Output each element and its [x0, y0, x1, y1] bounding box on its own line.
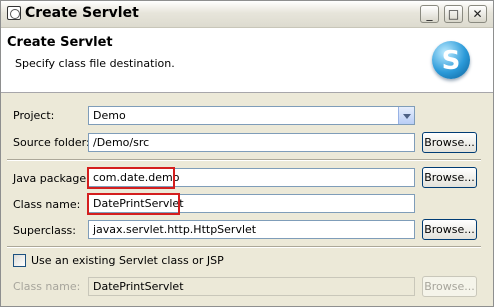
servlet-logo-icon: S	[432, 41, 470, 79]
chevron-down-icon[interactable]	[398, 107, 414, 124]
class-name-highlight	[87, 193, 180, 215]
existing-class-name-field: DatePrintServlet	[88, 277, 415, 296]
class-name-label: Class name:	[13, 198, 81, 211]
source-folder-label: Source folder:	[13, 136, 90, 149]
java-package-browse-button[interactable]: Browse...	[422, 167, 477, 188]
page-title: Create Servlet	[7, 35, 113, 50]
superclass-label: Superclass:	[13, 224, 76, 237]
close-button[interactable]: ✕	[468, 5, 487, 23]
minimize-button[interactable]: _	[420, 5, 439, 23]
java-package-highlight	[87, 167, 175, 189]
project-combo[interactable]: Demo	[88, 106, 415, 125]
window-title: Create Servlet	[25, 5, 139, 21]
use-existing-servlet-checkbox[interactable]	[13, 254, 26, 267]
use-existing-servlet-label[interactable]: Use an existing Servlet class or JSP	[31, 254, 224, 267]
project-value: Demo	[93, 109, 126, 122]
eclipse-app-icon	[7, 6, 21, 20]
source-folder-field[interactable]: /Demo/src	[88, 133, 415, 152]
separator	[7, 246, 481, 248]
project-label: Project:	[13, 109, 55, 122]
java-package-label: Java package:	[13, 172, 90, 185]
maximize-button[interactable]: □	[444, 5, 463, 23]
source-folder-browse-button[interactable]: Browse...	[422, 132, 477, 153]
maximize-icon: □	[447, 7, 460, 21]
superclass-browse-button[interactable]: Browse...	[422, 219, 477, 240]
separator	[7, 159, 481, 161]
title-bar[interactable]: Create Servlet _ □ ✕	[1, 1, 493, 28]
close-icon: ✕	[472, 7, 483, 21]
create-servlet-dialog: Create Servlet _ □ ✕ Create Servlet Spec…	[0, 0, 494, 307]
existing-class-browse-button: Browse...	[422, 276, 477, 297]
logo-letter: S	[441, 46, 461, 76]
existing-class-name-label: Class name:	[13, 280, 81, 293]
wizard-header: Create Servlet Specify class file destin…	[1, 28, 493, 93]
superclass-field[interactable]: javax.servlet.http.HttpServlet	[88, 220, 415, 239]
page-description: Specify class file destination.	[15, 57, 175, 70]
minimize-icon: _	[426, 7, 433, 21]
